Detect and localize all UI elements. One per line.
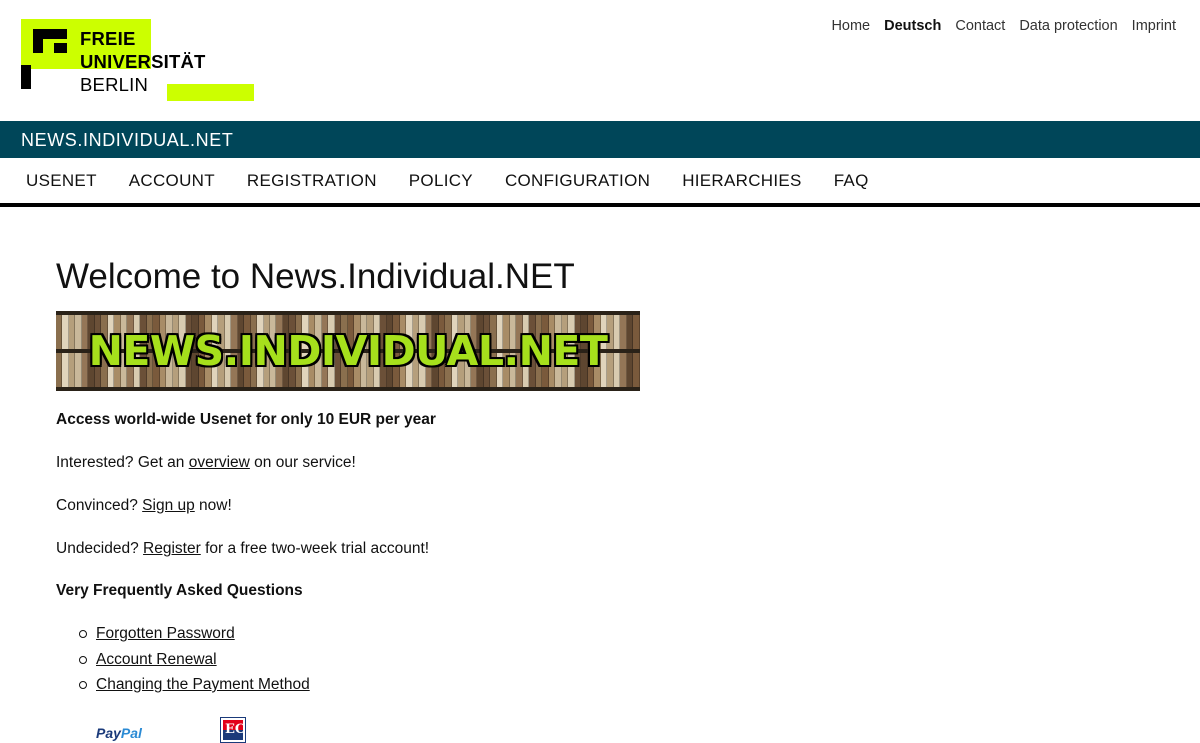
intro-line-overview: Interested? Get an overview on our servi… bbox=[56, 453, 756, 473]
logo-mark-icon bbox=[21, 29, 67, 89]
banner-image: NEWS.INDIVIDUAL.NET bbox=[56, 311, 640, 391]
service-nav-data-protection[interactable]: Data protection bbox=[1019, 18, 1117, 34]
service-nav-imprint[interactable]: Imprint bbox=[1132, 18, 1176, 34]
list-item: Changing the Payment Method bbox=[78, 672, 756, 698]
register-link[interactable]: Register bbox=[143, 540, 201, 557]
paypal-logo: PayPal bbox=[96, 725, 142, 741]
main-content: Welcome to News.Individual.NET NEWS.INDI… bbox=[56, 256, 756, 698]
site-title-bar: NEWS.INDIVIDUAL.NET bbox=[0, 121, 1200, 158]
logo-line-freie: FREIE bbox=[80, 28, 136, 49]
tagline: Access world-wide Usenet for only 10 EUR… bbox=[56, 411, 436, 428]
list-item: Account Renewal bbox=[78, 647, 756, 673]
logo-wordmark: FREIE UNIVERSITÄT BERLIN bbox=[80, 27, 206, 96]
signup-text-end: now! bbox=[194, 497, 232, 514]
payment-logos: PayPal EC bbox=[96, 717, 246, 743]
intro-text: Interested? Get an bbox=[56, 454, 189, 471]
fu-berlin-logo[interactable]: FREIE UNIVERSITÄT BERLIN bbox=[21, 19, 255, 101]
main-nav-account[interactable]: ACCOUNT bbox=[129, 158, 215, 191]
site-title[interactable]: NEWS.INDIVIDUAL.NET bbox=[21, 130, 233, 151]
faq-account-renewal-link[interactable]: Account Renewal bbox=[96, 651, 217, 668]
intro-line-signup: Convinced? Sign up now! bbox=[56, 496, 756, 516]
service-nav: Home Deutsch Contact Data protection Imp… bbox=[817, 18, 1176, 34]
ec-card-icon: EC bbox=[219, 717, 246, 743]
signup-link[interactable]: Sign up bbox=[142, 497, 195, 514]
signup-text: Convinced? bbox=[56, 497, 143, 514]
banner-text: NEWS.INDIVIDUAL.NET bbox=[88, 327, 608, 375]
intro-text-end: on our service! bbox=[249, 454, 356, 471]
logo-line-universitat: UNIVERSITÄT bbox=[80, 51, 206, 72]
register-text-end: for a free two-week trial account! bbox=[200, 540, 430, 557]
main-nav-hierarchies[interactable]: HIERARCHIES bbox=[682, 158, 802, 191]
paypal-text-pal: Pal bbox=[120, 725, 142, 741]
main-nav-registration[interactable]: REGISTRATION bbox=[247, 158, 377, 191]
faq-heading: Very Frequently Asked Questions bbox=[56, 582, 303, 599]
overview-link[interactable]: overview bbox=[189, 454, 250, 471]
main-nav-faq[interactable]: FAQ bbox=[834, 158, 869, 191]
service-nav-deutsch[interactable]: Deutsch bbox=[884, 18, 941, 34]
register-text: Undecided? bbox=[56, 540, 144, 557]
logo-line-berlin: BERLIN bbox=[80, 74, 149, 95]
list-item: Forgotten Password bbox=[78, 621, 756, 647]
intro-line-register: Undecided? Register for a free two-week … bbox=[56, 539, 756, 559]
faq-payment-method-link[interactable]: Changing the Payment Method bbox=[96, 676, 310, 693]
service-nav-home[interactable]: Home bbox=[831, 18, 870, 34]
service-nav-contact[interactable]: Contact bbox=[955, 18, 1005, 34]
faq-list: Forgotten Password Account Renewal Chang… bbox=[56, 621, 756, 698]
main-nav-policy[interactable]: POLICY bbox=[409, 158, 473, 191]
paypal-text-pay: Pay bbox=[96, 725, 121, 741]
page-title: Welcome to News.Individual.NET bbox=[56, 257, 575, 296]
faq-forgotten-password-link[interactable]: Forgotten Password bbox=[96, 625, 235, 642]
main-nav-usenet[interactable]: USENET bbox=[26, 158, 97, 191]
ec-label: EC bbox=[224, 722, 246, 737]
main-nav-configuration[interactable]: CONFIGURATION bbox=[505, 158, 650, 191]
header: FREIE UNIVERSITÄT BERLIN Home Deutsch Co… bbox=[0, 0, 1200, 121]
main-nav: USENET ACCOUNT REGISTRATION POLICY CONFI… bbox=[0, 158, 1200, 207]
